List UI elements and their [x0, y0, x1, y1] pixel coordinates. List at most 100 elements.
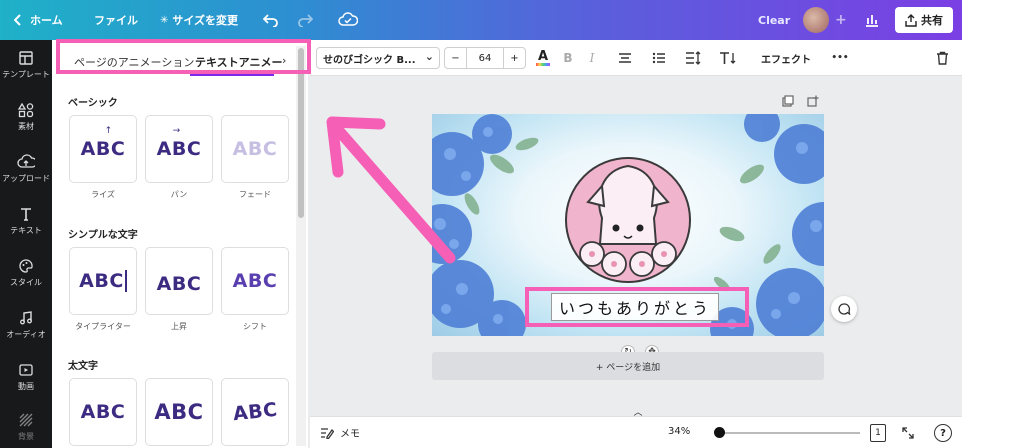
- increase-size-button[interactable]: +: [503, 48, 525, 68]
- anim-card-typewriter[interactable]: ABC: [69, 247, 137, 315]
- audio-icon: [20, 311, 32, 325]
- rail-item-video[interactable]: 動画: [0, 362, 52, 392]
- add-page-label: + ページを追加: [595, 362, 661, 373]
- canva-editor: ホーム ファイル ✳ サイズを変更 Clear + 共有 テンプレート 素材 ア…: [0, 0, 962, 448]
- anim-card-ascend[interactable]: ABC: [145, 247, 213, 315]
- file-menu[interactable]: ファイル: [94, 0, 138, 40]
- page-count-button[interactable]: 1: [870, 424, 886, 442]
- section-title-simple: シンプルな文字: [68, 230, 138, 241]
- share-button[interactable]: 共有: [895, 7, 953, 33]
- resize-label: サイズを変更: [172, 14, 239, 27]
- rail-label: 背景: [18, 432, 34, 441]
- help-button[interactable]: ?: [934, 424, 952, 442]
- anim-preview: ABC: [154, 400, 204, 424]
- zoom-level: 34%: [668, 426, 691, 437]
- palette-icon: [19, 259, 33, 273]
- rail-item-elements[interactable]: 素材: [0, 102, 52, 132]
- avatar: [803, 7, 829, 33]
- rail-label: アップロード: [2, 174, 50, 183]
- rail-item-text[interactable]: テキスト: [0, 206, 52, 236]
- effects-button[interactable]: エフェクト: [758, 48, 814, 68]
- rail-item-template[interactable]: テンプレート: [0, 50, 52, 80]
- rail-item-style[interactable]: スタイル: [0, 258, 52, 288]
- anim-preview: ABC: [79, 270, 127, 292]
- rail-label: テキスト: [10, 226, 42, 235]
- memo-label: メモ: [340, 429, 360, 440]
- anim-card-bold-2[interactable]: ABC: [145, 378, 213, 446]
- font-family-select[interactable]: せのびゴシック B... ⌄: [316, 47, 440, 69]
- notes-button[interactable]: メモ: [320, 425, 360, 440]
- video-icon: [19, 364, 33, 376]
- text-toolbar: せのびゴシック B... ⌄ − 64 + A B I エフェクト •••: [310, 40, 962, 76]
- duplicate-page-icon[interactable]: [781, 94, 795, 108]
- align-center-icon[interactable]: [616, 48, 634, 68]
- anim-preview: ABC: [80, 401, 126, 423]
- bar-chart-icon: [866, 15, 878, 27]
- delete-button[interactable]: [934, 48, 950, 68]
- zoom-slider-handle[interactable]: [714, 427, 725, 438]
- chevron-left-icon: [14, 14, 21, 26]
- line-spacing-icon[interactable]: [684, 48, 702, 68]
- anim-card-pan[interactable]: → ABC: [145, 115, 213, 183]
- background-icon: [19, 413, 33, 427]
- home-button[interactable]: ホーム: [14, 0, 63, 40]
- share-icon: [905, 13, 917, 27]
- anim-card-fade[interactable]: ABC: [221, 115, 289, 183]
- cloud-save-button[interactable]: [338, 0, 358, 40]
- list-icon[interactable]: [650, 48, 668, 68]
- anim-label: タイプライター: [75, 322, 131, 331]
- text-icon: [21, 208, 31, 221]
- active-tab-indicator: [190, 74, 274, 76]
- anim-card-bold-3[interactable]: ABC: [221, 378, 289, 446]
- anim-preview: ABC: [232, 270, 278, 292]
- color-swatch: [536, 62, 550, 66]
- share-label: 共有: [921, 14, 943, 27]
- page-count: 1: [875, 428, 881, 438]
- decrease-size-button[interactable]: −: [445, 48, 467, 68]
- italic-icon[interactable]: I: [584, 48, 600, 68]
- more-options-icon[interactable]: •••: [830, 48, 850, 68]
- rail-label: オーディオ: [6, 330, 46, 339]
- insights-button[interactable]: [864, 0, 880, 40]
- elements-icon: [18, 102, 34, 118]
- icon-rail: テンプレート 素材 アップロード テキスト スタイル オーディオ 動画 背景: [0, 40, 52, 448]
- add-page-button[interactable]: + ページを追加: [432, 352, 824, 380]
- undo-icon: [263, 14, 278, 27]
- arrow-right-icon: →: [172, 126, 181, 136]
- anim-card-rise[interactable]: ↑ ABC: [69, 115, 137, 183]
- anim-preview: ABC: [80, 138, 126, 160]
- anim-preview: ABC: [232, 138, 278, 160]
- rail-item-upload[interactable]: アップロード: [0, 154, 52, 184]
- template-icon: [19, 51, 33, 65]
- add-collaborator-button[interactable]: +: [835, 0, 847, 40]
- resize-button[interactable]: ✳ サイズを変更: [160, 0, 238, 40]
- redo-button[interactable]: [297, 0, 313, 40]
- rail-item-background[interactable]: 背景: [0, 412, 52, 442]
- user-avatar[interactable]: [803, 0, 829, 40]
- assistant-button[interactable]: [831, 296, 857, 322]
- text-color-button[interactable]: A: [534, 48, 552, 68]
- font-size-input[interactable]: 64: [467, 48, 503, 68]
- bold-icon[interactable]: B: [560, 48, 576, 68]
- undo-button[interactable]: [263, 0, 279, 40]
- chevron-up-icon[interactable]: ︿: [631, 406, 645, 418]
- rail-item-audio[interactable]: オーディオ: [0, 310, 52, 340]
- anim-label: フェード: [239, 190, 271, 199]
- comment-sparkle-icon: [838, 303, 851, 316]
- trash-icon: [936, 51, 948, 65]
- upload-icon: [17, 154, 35, 168]
- rail-label: スタイル: [10, 278, 42, 287]
- file-label: ファイル: [94, 14, 138, 27]
- anim-card-shift[interactable]: ABC: [221, 247, 289, 315]
- anim-label: ライズ: [91, 190, 115, 199]
- anim-label: パン: [170, 190, 188, 199]
- annotation-highlight-caption: [525, 287, 749, 327]
- anim-card-bold-1[interactable]: ABC: [69, 378, 137, 446]
- add-page-icon[interactable]: [806, 94, 820, 108]
- redo-icon: [298, 14, 313, 27]
- section-title-bold: 太文字: [68, 361, 98, 372]
- vertical-text-icon[interactable]: [718, 48, 738, 68]
- effects-label: エフェクト: [761, 54, 811, 66]
- fullscreen-icon[interactable]: [900, 425, 916, 441]
- zoom-slider[interactable]: [715, 432, 860, 434]
